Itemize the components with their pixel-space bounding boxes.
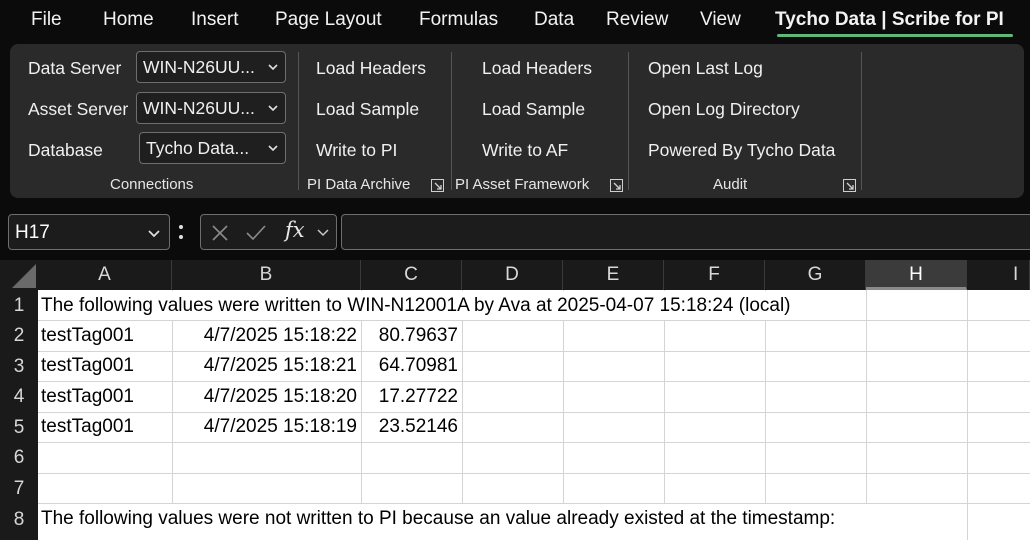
audit-group-label: Audit — [713, 176, 748, 193]
group-separator — [451, 52, 452, 190]
chevron-down-icon — [268, 145, 278, 152]
af-load-sample-button[interactable]: Load Sample — [482, 99, 585, 120]
tab-home[interactable]: Home — [103, 9, 154, 31]
tab-tycho-data[interactable]: Tycho Data | Scribe for PI — [775, 9, 1004, 31]
open-log-directory-button[interactable]: Open Log Directory — [648, 99, 800, 120]
cell-a3[interactable]: testTag001 — [41, 351, 134, 381]
write-to-af-button[interactable]: Write to AF — [482, 140, 568, 161]
more-options-icon[interactable] — [178, 220, 184, 244]
worksheet-grid[interactable]: The following values were written to WIN… — [38, 290, 1030, 540]
chevron-down-icon[interactable] — [316, 226, 330, 240]
row-header-4[interactable]: 4 — [0, 381, 38, 412]
dialog-launcher-icon[interactable] — [610, 179, 623, 192]
chevron-down-icon — [268, 64, 278, 71]
pi-load-headers-button[interactable]: Load Headers — [316, 58, 426, 79]
ribbon-tabs: File Home Insert Page Layout Formulas Da… — [0, 0, 1030, 42]
column-header-a[interactable]: A — [38, 260, 172, 290]
cell-b5[interactable]: 4/7/2025 15:18:19 — [174, 412, 357, 442]
tab-insert[interactable]: Insert — [191, 9, 239, 31]
cell-a4[interactable]: testTag001 — [41, 382, 134, 412]
tab-formulas[interactable]: Formulas — [419, 9, 498, 31]
select-all-button[interactable] — [0, 260, 38, 290]
ribbon-panel: Data Server WIN-N26UU... Asset Server WI… — [10, 44, 1024, 198]
dialog-launcher-icon[interactable] — [843, 179, 856, 192]
tab-page-layout[interactable]: Page Layout — [275, 9, 382, 31]
gridline — [38, 473, 1030, 474]
database-label: Database — [28, 140, 103, 160]
connections-group-label: Connections — [110, 176, 194, 193]
asset-server-dropdown[interactable]: WIN-N26UU... — [136, 92, 286, 124]
tab-data[interactable]: Data — [534, 9, 574, 31]
row-header-1[interactable]: 1 — [0, 290, 38, 320]
cell-b4[interactable]: 4/7/2025 15:18:20 — [174, 382, 357, 412]
check-icon[interactable] — [245, 224, 267, 242]
column-header-d[interactable]: D — [462, 260, 563, 290]
formula-input[interactable] — [341, 214, 1030, 250]
write-to-pi-button[interactable]: Write to PI — [316, 140, 397, 161]
data-server-label: Data Server — [28, 58, 122, 78]
cell-a5[interactable]: testTag001 — [41, 412, 134, 442]
powered-by-button[interactable]: Powered By Tycho Data — [648, 140, 835, 161]
row-header-3[interactable]: 3 — [0, 351, 38, 381]
tab-review[interactable]: Review — [606, 9, 668, 31]
group-separator — [298, 52, 299, 190]
name-box-value: H17 — [15, 222, 50, 243]
chevron-down-icon — [268, 105, 278, 112]
tab-file[interactable]: File — [31, 9, 62, 31]
tab-view[interactable]: View — [700, 9, 741, 31]
asset-server-value: WIN-N26UU... — [143, 98, 255, 118]
database-dropdown[interactable]: Tycho Data... — [139, 132, 286, 164]
name-box[interactable]: H17 — [8, 214, 170, 250]
insert-function-button[interactable]: fx — [285, 218, 305, 242]
active-tab-indicator — [777, 34, 1013, 37]
dialog-launcher-icon[interactable] — [431, 179, 444, 192]
row-header-6[interactable]: 6 — [0, 442, 38, 473]
column-header-i[interactable]: I — [967, 260, 1030, 290]
cell-c2[interactable]: 80.79637 — [363, 321, 458, 351]
cell-c4[interactable]: 17.27722 — [363, 382, 458, 412]
formula-tools: fx — [200, 214, 337, 250]
cell-b3[interactable]: 4/7/2025 15:18:21 — [174, 351, 357, 381]
cell-b2[interactable]: 4/7/2025 15:18:22 — [174, 321, 357, 351]
column-header-c[interactable]: C — [361, 260, 462, 290]
row-header-2[interactable]: 2 — [0, 320, 38, 351]
af-load-headers-button[interactable]: Load Headers — [482, 58, 592, 79]
pi-data-archive-group-label: PI Data Archive — [307, 176, 411, 193]
group-separator — [861, 52, 862, 190]
cell-c5[interactable]: 23.52146 — [363, 412, 458, 442]
column-header-b[interactable]: B — [172, 260, 361, 290]
column-header-g[interactable]: G — [765, 260, 866, 290]
data-server-value: WIN-N26UU... — [143, 57, 255, 77]
chevron-down-icon — [148, 230, 160, 238]
cell-a2[interactable]: testTag001 — [41, 321, 134, 351]
row-header-7[interactable]: 7 — [0, 473, 38, 503]
data-server-dropdown[interactable]: WIN-N26UU... — [136, 51, 286, 83]
column-header-f[interactable]: F — [664, 260, 765, 290]
cell-a1[interactable]: The following values were written to WIN… — [41, 291, 791, 321]
open-last-log-button[interactable]: Open Last Log — [648, 58, 763, 79]
column-header-h[interactable]: H — [866, 260, 967, 290]
asset-server-label: Asset Server — [28, 99, 129, 119]
gridline — [38, 442, 1030, 443]
cell-a8[interactable]: The following values were not written to… — [41, 504, 835, 534]
cancel-icon[interactable] — [211, 224, 229, 242]
cell-c3[interactable]: 64.70981 — [363, 351, 458, 381]
row-header-5[interactable]: 5 — [0, 412, 38, 442]
group-separator — [628, 52, 629, 190]
row-header-8[interactable]: 8 — [0, 503, 38, 540]
pi-load-sample-button[interactable]: Load Sample — [316, 99, 419, 120]
column-header-e[interactable]: E — [563, 260, 664, 290]
pi-asset-framework-group-label: PI Asset Framework — [455, 176, 590, 193]
database-value: Tycho Data... — [146, 138, 250, 158]
